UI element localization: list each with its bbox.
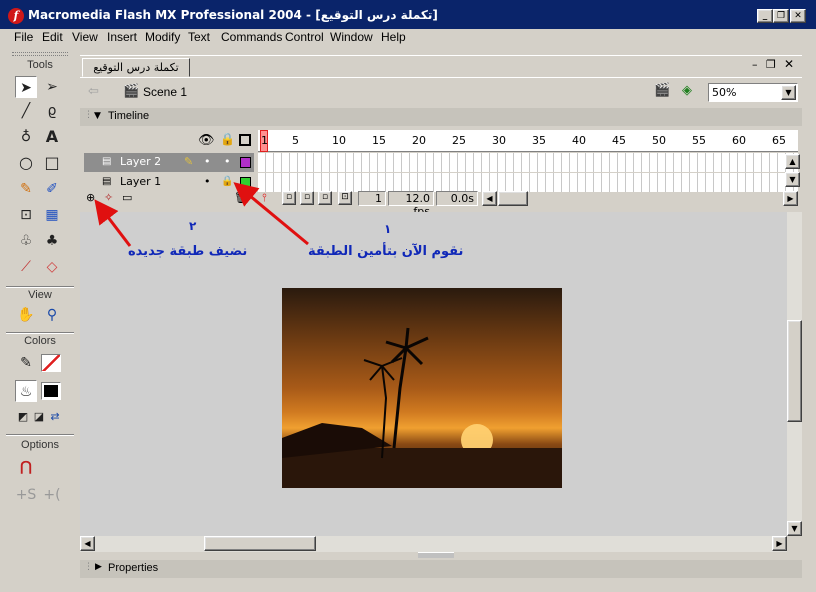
annotation-arrows xyxy=(94,182,309,247)
properties-label: Properties xyxy=(108,562,159,574)
hscroll-thumb[interactable] xyxy=(204,536,316,551)
scroll-right-icon[interactable]: ▶ xyxy=(772,536,787,551)
properties-header[interactable]: ⋮ ▶ Properties xyxy=(80,560,802,578)
panel-splitter[interactable] xyxy=(418,552,454,558)
expand-arrow-icon[interactable]: ▶ xyxy=(95,562,102,572)
arrow-to-insert-layer xyxy=(94,199,132,247)
gripper-icon: ⋮ xyxy=(84,562,93,572)
arrow-to-lock xyxy=(233,182,309,246)
stage-horizontal-scrollbar[interactable]: ◀ ▶ xyxy=(80,536,787,552)
scroll-left-icon[interactable]: ◀ xyxy=(80,536,95,551)
scroll-down-icon[interactable]: ▼ xyxy=(787,521,802,536)
vscroll-thumb[interactable] xyxy=(787,320,802,422)
stage-vertical-scrollbar[interactable]: ▼ xyxy=(787,212,802,536)
